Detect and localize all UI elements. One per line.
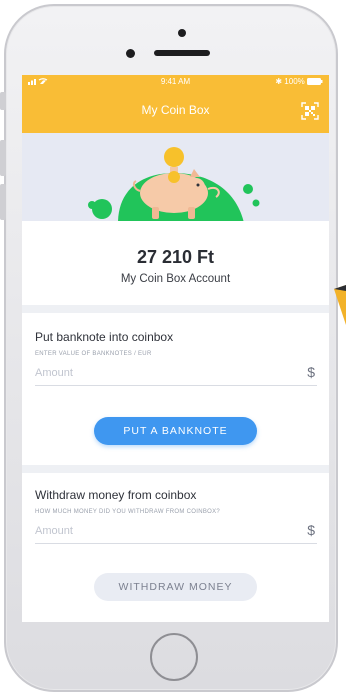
currency-icon: $ xyxy=(307,522,315,538)
stylus-decoration xyxy=(334,285,346,325)
withdraw-subtitle: HOW MUCH MONEY DID YOU WITHDRAW FROM COI… xyxy=(35,509,221,515)
page-title: My Coin Box xyxy=(141,103,210,117)
app-header: My Coin Box xyxy=(22,89,329,133)
deposit-amount-input[interactable] xyxy=(35,363,275,383)
account-summary: 27 210 Ft My Coin Box Account xyxy=(22,221,329,305)
withdraw-amount-input[interactable] xyxy=(35,521,275,541)
withdraw-amount-field: $ xyxy=(35,521,317,544)
account-label: My Coin Box Account xyxy=(120,273,231,285)
battery-status: ✱ 100% xyxy=(275,77,323,86)
home-button[interactable] xyxy=(150,633,198,681)
piggy-bank-illustration xyxy=(22,133,329,221)
battery-percent: 100% xyxy=(284,77,305,86)
withdraw-money-button[interactable]: WITHDRAW MONEY xyxy=(94,573,257,601)
volume-down-button xyxy=(0,184,6,220)
app-screen: 9:41 AM ✱ 100% My Coin Box 27 210 Ft My … xyxy=(22,75,329,622)
deposit-subtitle: ENTER VALUE OF BANKNOTES / EUR xyxy=(35,351,152,357)
earpiece-speaker xyxy=(154,50,210,56)
mute-switch xyxy=(0,92,6,110)
sensor-dot xyxy=(178,29,186,37)
deposit-amount-field: $ xyxy=(35,363,317,386)
bluetooth-icon: ✱ xyxy=(275,77,283,86)
deposit-title: Put banknote into coinbox xyxy=(35,330,174,344)
volume-up-button xyxy=(0,140,6,176)
status-bar: 9:41 AM ✱ 100% xyxy=(22,75,329,89)
balance-amount: 27 210 Ft xyxy=(136,247,215,267)
currency-icon: $ xyxy=(307,364,315,380)
battery-icon xyxy=(307,78,323,85)
deposit-section: Put banknote into coinbox ENTER VALUE OF… xyxy=(22,313,329,465)
withdraw-title: Withdraw money from coinbox xyxy=(35,488,197,502)
piggy-bank-icon xyxy=(88,147,260,221)
withdraw-section: Withdraw money from coinbox HOW MUCH MON… xyxy=(22,473,329,622)
front-camera-icon xyxy=(126,49,135,58)
put-banknote-button[interactable]: PUT A BANKNOTE xyxy=(94,417,257,445)
qr-code-icon[interactable] xyxy=(301,102,319,120)
